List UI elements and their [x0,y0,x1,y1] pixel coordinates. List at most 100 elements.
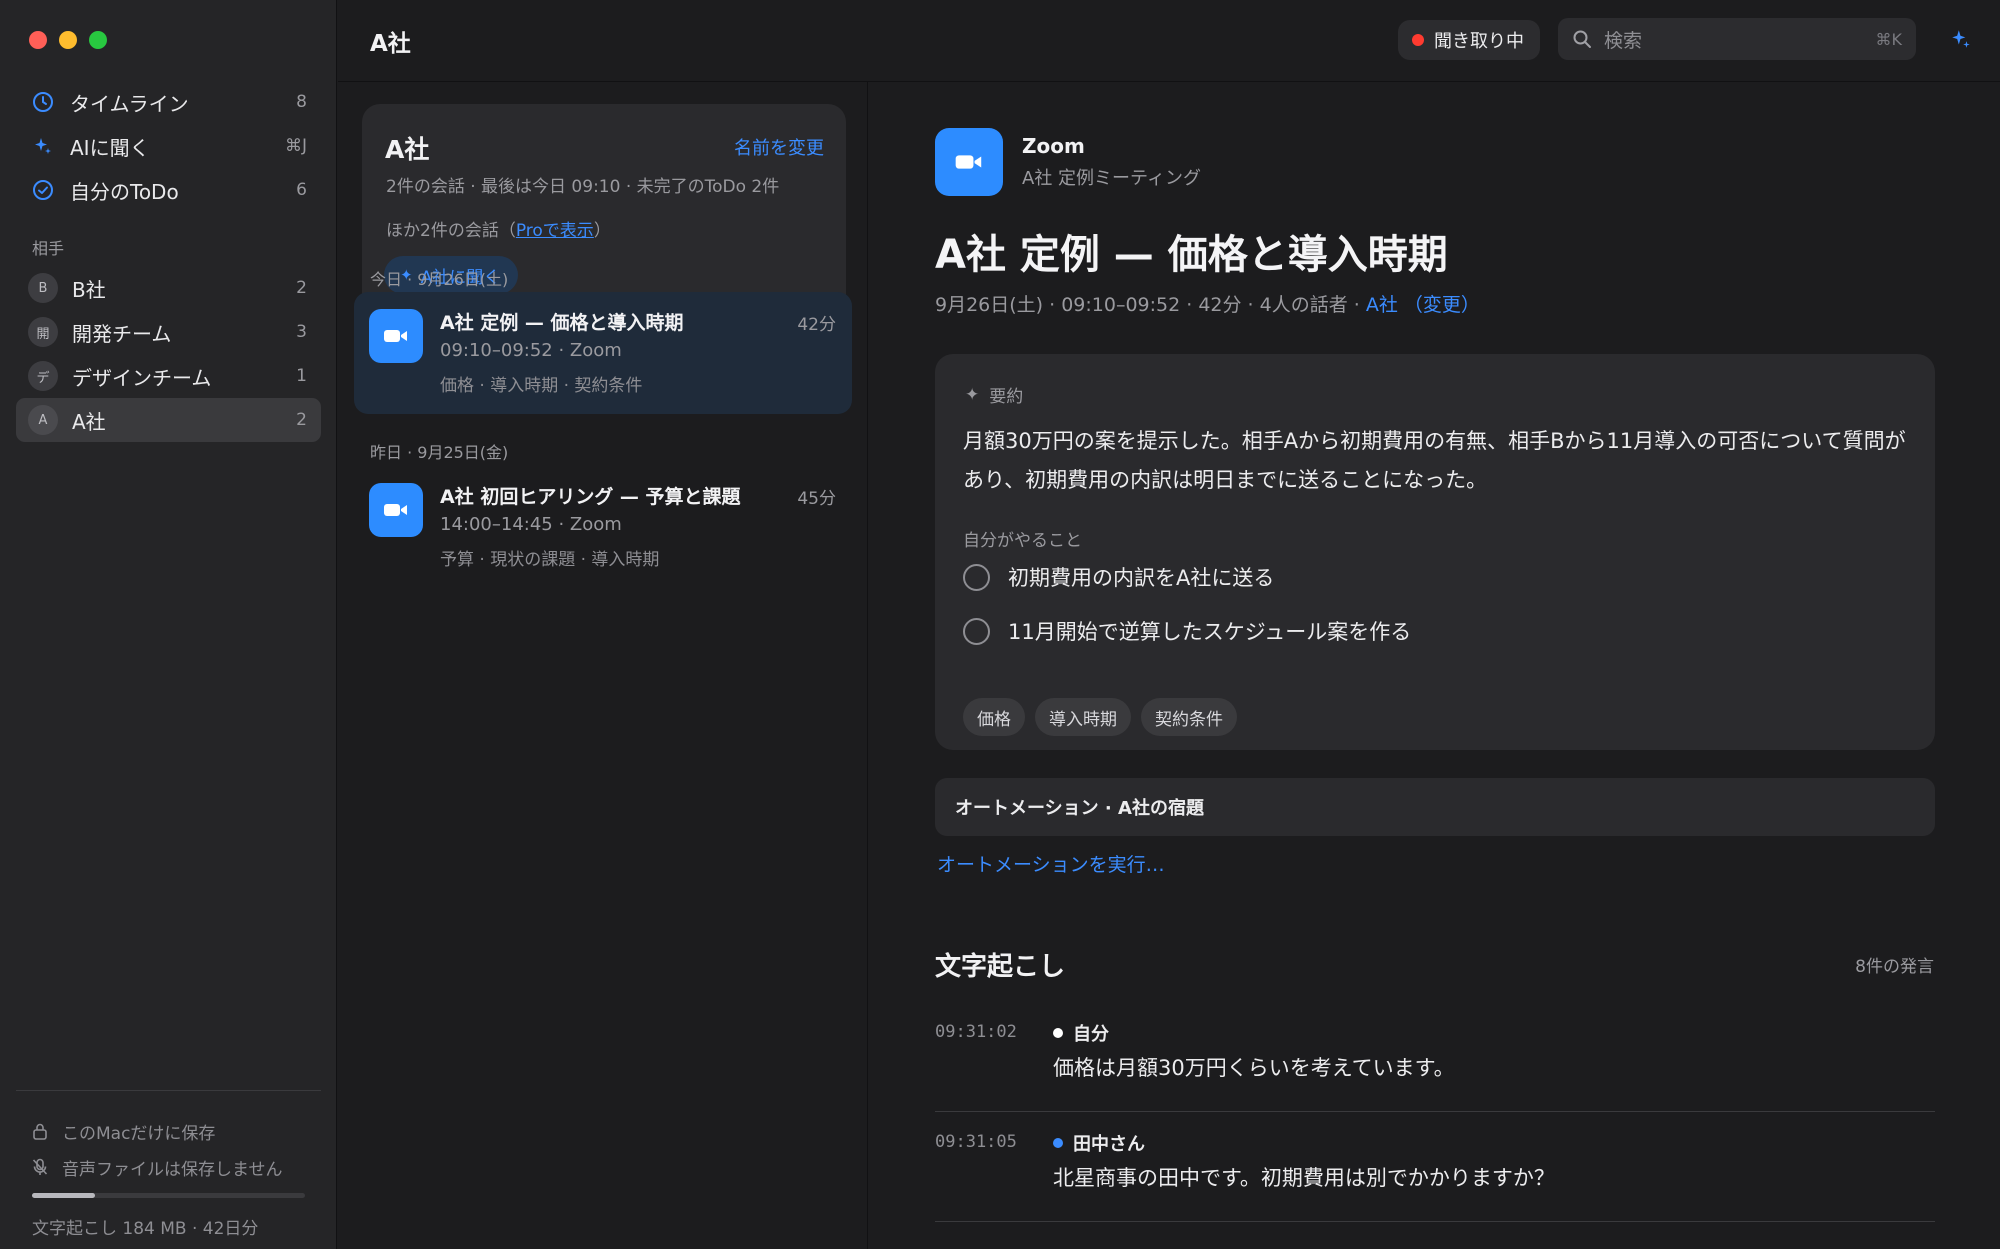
utterance-text: 価格は月額30万円くらいを考えています。 [1053,1056,1455,1080]
todo-text: 初期費用の内訳をA社に送る [1008,566,1275,590]
contact-name: デザインチーム [72,365,212,390]
storage-usage-bar [32,1193,305,1198]
sidebar-item-shortcut: ⌘J [284,136,307,156]
avatar: B [28,273,58,303]
meeting-subtitle: A社 定例ミーティング [1022,168,1201,189]
search-input[interactable]: 検索 ⌘K [1558,18,1916,60]
contact-card-meta: 2件の会話 · 最後は今日 09:10 · 未完了のToDo 2件 [386,177,780,197]
sparkle-icon: ✦ [965,384,980,405]
summary-heading-text: 要約 [989,387,1024,407]
contact-name: A社 [72,409,106,434]
todo-text: 11月開始で逆算したスケジュール案を作る [1008,620,1412,644]
utterance-speaker: 自分 [1053,1020,1109,1046]
run-automation-link[interactable]: オートメーションを実行… [937,850,1165,877]
sidebar-item-label: タイムライン [70,91,189,116]
more-prefix: ほか2件の会話（ [386,221,516,241]
mic-off-icon [32,1158,50,1176]
storage-usage-fill [32,1193,95,1198]
contact-card-name: A社 [385,135,430,164]
pro-upgrade-link[interactable]: Proで表示 [516,221,594,241]
more-suffix: ） [593,221,611,241]
todo-item[interactable]: 初期費用の内訳をA社に送る [963,562,1274,592]
local-storage-text: このMacだけに保存 [62,1123,216,1144]
todo-checkbox[interactable] [963,617,990,645]
meeting-meta: 9月26日(土) · 09:10–09:52 · 42分 · 4人の話者 · A… [935,290,1480,317]
no-audio-text: 音声ファイルは保存しません [62,1159,283,1180]
sidebar-item-my-todo[interactable]: 自分のToDo 6 [16,168,321,212]
meeting-tags: 予算 · 現状の課題 · 導入時期 [440,550,660,570]
listening-status-button[interactable]: 聞き取り中 [1398,20,1540,60]
sidebar-item-ask-ai[interactable]: AIに聞く ⌘J [16,124,321,168]
utterance-time: 09:31:02 [935,1022,1017,1042]
transcript-count: 8件の発言 [1855,957,1934,977]
todo-checkbox[interactable] [963,563,990,591]
rename-button[interactable]: 名前を変更 [734,134,824,160]
contact-name: 開発チーム [72,321,172,346]
meeting-title: A社 初回ヒアリング — 予算と課題 [440,486,741,508]
meeting-time: 09:10–09:52 · Zoom [440,340,622,361]
sidebar-nav: タイムライン 8 AIに聞く ⌘J 自分のToDo 6 [16,80,321,212]
ai-sparkle-button[interactable] [1946,24,1976,54]
check-circle-icon [30,177,56,203]
summary-card: ✦ 要約 月額30万円の案を提示した。相手Aから初期費用の有無、相手Bから11月… [935,354,1935,750]
sparkle-icon [1952,30,1970,48]
contacts-list: B B社 2 開 開発チーム 3 デ デザインチーム 1 A A社 2 [16,266,321,442]
speaker-dot-icon [1053,1138,1063,1148]
close-window-button[interactable] [29,31,47,49]
topic-tag[interactable]: 契約条件 [1141,698,1237,736]
no-audio-note: 音声ファイルは保存しません [16,1149,321,1185]
sidebar-item-contact-selected[interactable]: A A社 2 [16,398,321,442]
contact-count: 1 [296,366,307,386]
change-company-link[interactable]: （変更） [1404,294,1480,316]
topic-tag[interactable]: 導入時期 [1035,698,1131,736]
avatar: デ [28,361,58,391]
search-icon [1572,29,1592,49]
contact-name: B社 [72,277,106,302]
storage-footer: このMacだけに保存 音声ファイルは保存しません 文字起こし 184 MB · … [16,1090,321,1239]
contact-count: 2 [296,410,307,430]
speaker-dot-icon [1053,1028,1063,1038]
day-label-today: 今日 · 9月26日(土) [370,270,509,289]
toolbar: A社 聞き取り中 検索 ⌘K [338,0,2000,82]
speaker-name: 田中さん [1073,1134,1145,1155]
meeting-list-pane: A社 名前を変更 2件の会話 · 最後は今日 09:10 · 未完了のToDo … [338,82,868,1249]
search-shortcut: ⌘K [1875,29,1903,49]
lock-icon [32,1122,50,1140]
meeting-duration: 45分 [797,489,836,509]
meeting-list-item-selected[interactable]: A社 定例 — 価格と導入時期 42分 09:10–09:52 · Zoom 価… [354,292,852,414]
page-title: A社 [370,31,411,57]
meeting-company-link[interactable]: A社 [1366,294,1398,316]
todo-item[interactable]: 11月開始で逆算したスケジュール案を作る [963,616,1411,646]
automation-item[interactable]: オートメーション · A社の宿題 [935,778,1935,836]
storage-usage-text: 文字起こし 184 MB · 42日分 [32,1219,259,1239]
window-controls [29,31,107,49]
contact-count: 3 [296,322,307,342]
sidebar-item-contact[interactable]: 開 開発チーム 3 [16,310,321,354]
zoom-app-icon [935,128,1003,196]
sidebar-item-contact[interactable]: デ デザインチーム 1 [16,354,321,398]
meeting-time: 14:00–14:45 · Zoom [440,514,622,535]
avatar: A [28,405,58,435]
meeting-duration: 42分 [797,315,836,335]
meeting-app-name: Zoom [1022,134,1085,158]
topic-tag[interactable]: 価格 [963,698,1025,736]
transcript-row[interactable]: 09:31:02 自分 価格は月額30万円くらいを考えています。 [935,1002,1935,1112]
summary-heading: ✦ 要約 [965,382,1024,408]
sparkle-icon [30,133,56,159]
sidebar-item-timeline[interactable]: タイムライン 8 [16,80,321,124]
utterance-time: 09:31:05 [935,1132,1017,1152]
minimize-window-button[interactable] [59,31,77,49]
transcript-row[interactable]: 09:31:05 田中さん 北星商事の田中です。初期費用は別でかかりますか？ [935,1112,1935,1222]
topic-tags: 価格 導入時期 契約条件 [963,698,1237,736]
sidebar-item-contact[interactable]: B B社 2 [16,266,321,310]
summary-text: 月額30万円の案を提示した。相手Aから初期費用の有無、相手Bから11月導入の可否… [963,429,1906,492]
zoom-window-button[interactable] [89,31,107,49]
utterance-text: 北星商事の田中です。初期費用は別でかかりますか？ [1053,1166,1555,1190]
search-placeholder: 検索 [1604,29,1643,52]
meeting-list-item[interactable]: A社 初回ヒアリング — 予算と課題 45分 14:00–14:45 · Zoo… [354,466,852,588]
day-label-yesterday: 昨日 · 9月25日(金) [370,443,509,462]
contact-count: 2 [296,278,307,298]
meeting-tags: 価格 · 導入時期 · 契約条件 [440,376,643,396]
transcript-heading: 文字起こし [935,952,1066,982]
utterance-speaker: 田中さん [1053,1130,1145,1156]
